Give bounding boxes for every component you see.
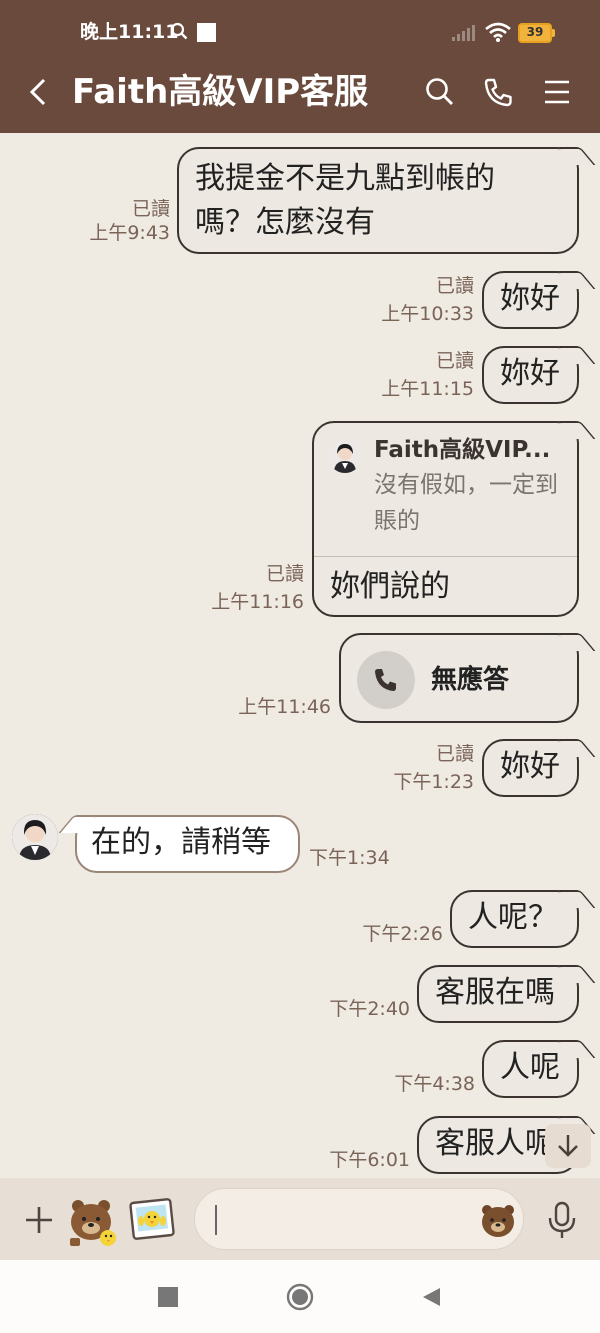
search-icon[interactable] <box>422 74 458 110</box>
sticker-icon[interactable] <box>64 1192 120 1248</box>
message-time: 上午11:15 <box>381 378 474 400</box>
message-text: 客服在嗎 <box>435 975 555 1010</box>
chat-title: Faith高級VIP客服 <box>72 72 369 112</box>
menu-icon[interactable] <box>539 74 575 110</box>
outgoing-message[interactable]: 人呢 <box>482 1040 579 1098</box>
quote-sender-name: Faith高級VIP... <box>374 437 551 463</box>
message-time: 下午2:26 <box>362 923 443 945</box>
outgoing-message[interactable]: 妳好 <box>482 739 579 797</box>
outgoing-message[interactable]: 客服在嗎 <box>417 965 579 1023</box>
chat-header: Faith高級VIP客服 <box>0 50 600 133</box>
text-caret <box>215 1205 217 1235</box>
message-text: 在的，請稍等 <box>91 825 271 860</box>
message-text: 妳好 <box>500 749 560 784</box>
outgoing-message[interactable]: 我提金不是九點到帳的 嗎？怎麼沒有 <box>177 147 579 254</box>
read-receipt: 已讀 <box>435 275 474 297</box>
wifi-icon <box>485 22 511 42</box>
message-text: 人呢 <box>500 1050 560 1085</box>
scroll-down-button[interactable] <box>545 1124 591 1168</box>
message-time: 下午6:01 <box>329 1149 410 1171</box>
message-time: 上午11:16 <box>211 591 304 613</box>
outgoing-message[interactable]: 人呢？ <box>450 890 579 948</box>
mic-icon[interactable] <box>544 1200 580 1240</box>
battery-icon: 39 <box>518 23 556 43</box>
plus-icon[interactable] <box>22 1203 56 1237</box>
message-time: 上午10:33 <box>381 303 474 325</box>
message-time: 下午2:40 <box>329 998 410 1020</box>
battery-level: 39 <box>526 25 544 39</box>
message-input-bar <box>0 1178 600 1260</box>
call-status: 無應答 <box>431 665 510 695</box>
phone-icon[interactable] <box>480 74 516 110</box>
message-input[interactable] <box>221 1203 461 1237</box>
message-meta: 已讀 上午11:16 <box>190 562 304 614</box>
message-text: 妳好 <box>500 281 560 316</box>
message-text: 妳們說的 <box>330 569 450 604</box>
status-time: 晚上11:11 <box>80 21 179 43</box>
quoted-message[interactable]: Faith高級VIP... 沒有假如，一定到賬的 <box>314 423 577 557</box>
phone-call-icon <box>375 669 396 691</box>
message-time: 上午11:46 <box>238 696 331 718</box>
quote-avatar <box>328 439 362 473</box>
call-message[interactable]: 無應答 <box>339 633 579 723</box>
notification-icon <box>197 23 216 42</box>
signal-icon <box>452 25 475 41</box>
incoming-message[interactable]: 在的，請稍等 <box>75 815 300 873</box>
message-time: 下午1:23 <box>393 771 474 793</box>
photo-icon[interactable] <box>128 1197 176 1243</box>
message-time: 上午9:43 <box>89 222 170 244</box>
back-arrow-icon[interactable] <box>24 72 54 112</box>
scroll-down-icon <box>558 1135 578 1157</box>
read-receipt: 已讀 <box>435 743 474 765</box>
read-receipt: 已讀 <box>265 563 304 585</box>
message-text-line2: 嗎？怎麼沒有 <box>195 205 375 240</box>
message-input-field[interactable] <box>194 1188 524 1250</box>
read-receipt: 已讀 <box>435 350 474 372</box>
call-icon-circle <box>357 651 415 709</box>
message-meta: 已讀 上午9:43 <box>60 197 170 245</box>
message-text: 人呢？ <box>468 900 558 935</box>
outgoing-message[interactable]: 妳好 <box>482 271 579 329</box>
message-time: 下午4:38 <box>394 1073 475 1095</box>
message-meta: 已讀 上午10:33 <box>350 274 474 326</box>
message-text: 妳好 <box>500 356 560 391</box>
message-time: 下午1:34 <box>309 847 390 869</box>
contact-avatar[interactable] <box>12 814 58 860</box>
quote-text: 沒有假如，一定到賬的 <box>374 472 558 534</box>
search-status-icon <box>170 22 188 40</box>
nav-back-button[interactable] <box>420 1286 442 1308</box>
home-button[interactable] <box>286 1283 314 1311</box>
message-text-line1: 我提金不是九點到帳的 <box>195 161 495 196</box>
status-bar: 晚上11:11 39 <box>0 0 600 50</box>
emoji-icon[interactable] <box>479 1201 517 1239</box>
message-meta: 已讀 上午11:15 <box>350 349 474 401</box>
recent-apps-button[interactable] <box>158 1287 178 1307</box>
read-receipt: 已讀 <box>131 198 170 220</box>
system-nav-bar <box>0 1260 600 1333</box>
outgoing-message[interactable]: 妳好 <box>482 346 579 404</box>
message-meta: 已讀 下午1:23 <box>350 742 474 794</box>
reply-message[interactable]: Faith高級VIP... 沒有假如，一定到賬的 妳們說的 <box>312 421 579 617</box>
chat-area[interactable]: 已讀 上午9:43 我提金不是九點到帳的 嗎？怎麼沒有 已讀 上午10:33 妳… <box>0 133 600 1178</box>
